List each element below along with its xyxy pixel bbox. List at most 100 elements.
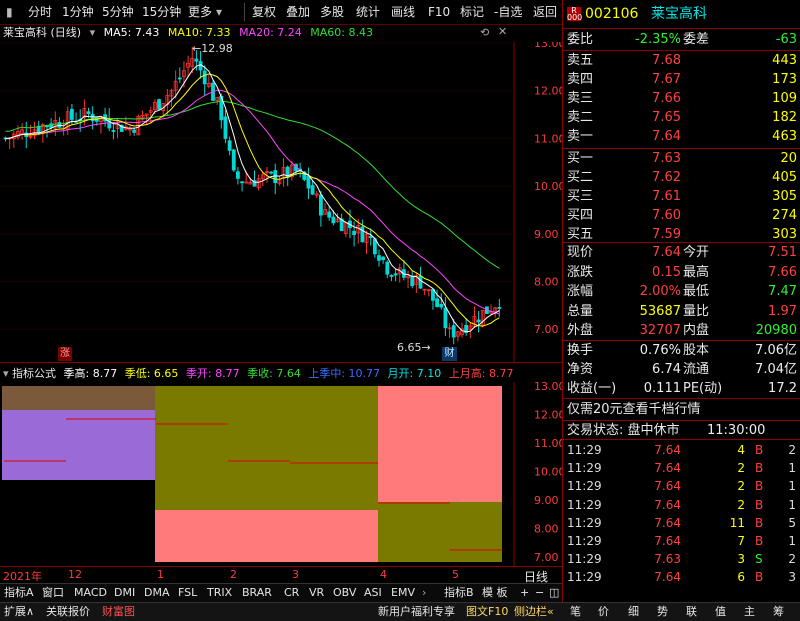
candle-body [381,256,386,260]
tab-cr[interactable]: CR [284,585,299,601]
tab-asi[interactable]: ASI [364,585,382,601]
stock-type-icon: R 000 [567,6,583,22]
tab-zhu[interactable]: 主 [744,604,755,620]
sell-level-row[interactable]: 卖三 7.66 109 [563,89,800,108]
sidebar-toggle[interactable]: 侧边栏« [514,604,554,620]
tab-xi[interactable]: 细 [628,604,639,620]
tab-dmi[interactable]: DMI [114,585,135,601]
promo-row[interactable]: 仅需20元查看千档行情 [563,400,800,419]
buy-level-row[interactable]: 买四 7.60 274 [563,206,800,225]
time-axis-label: 2 [230,568,237,581]
status-bar: 扩展∧ 关联报价 财富图 新用户福利专享 图文F10 侧边栏« 笔 价 细 势 … [0,602,800,621]
tab-chou[interactable]: 筹 [773,604,784,620]
sell-price: 7.66 [652,91,681,106]
chevron-down-icon[interactable]: ▾ [216,4,222,20]
kline-chart[interactable]: 13.00 12.00 11.00 10.00 9.00 8.00 7.00 [0,42,562,362]
quote-panel: R 000 002106 莱宝高科 委比 -2.35% 委差 -63 卖五 7.6… [562,0,800,602]
limit-up-badge[interactable]: 涨 [58,347,72,361]
sell-level-label: 卖一 [567,129,594,144]
candle-body [385,261,390,275]
close-icon[interactable]: ✕ [498,25,507,38]
sell-level-row[interactable]: 卖五 7.68 443 [563,51,800,70]
buy-level-row[interactable]: 买一 7.63 20 [563,149,800,168]
chevron-down-icon[interactable]: ▾ [3,367,9,380]
toolbar-tongji[interactable]: 统计 [356,4,380,20]
ma5-label: MA5: 7.43 [103,26,160,39]
candle-body [273,170,278,184]
toolbar-fenshi[interactable]: 分时 [28,4,52,20]
tab-macd[interactable]: MACD [74,585,107,601]
toolbar-fuquan[interactable]: 复权 [252,4,276,20]
tab-bi[interactable]: 笔 [570,604,581,620]
toolbar-duogu[interactable]: 多股 [320,4,344,20]
tab-indicator-a[interactable]: 指标A [4,585,34,601]
toolbar-huaxian[interactable]: 画线 [391,4,415,20]
tab-lian[interactable]: 联 [686,604,697,620]
new-user-promo[interactable]: 新用户福利专享 [378,604,455,620]
sell-level-row[interactable]: 卖四 7.67 173 [563,70,800,89]
stock-name: 莱宝高科 [651,6,707,22]
tab-shi[interactable]: 势 [657,604,668,620]
tab-window[interactable]: 窗口 [42,585,64,601]
toolbar-1min[interactable]: 1分钟 [62,4,94,20]
tick-side: B [755,443,764,457]
tab-trix[interactable]: TRIX [207,585,232,601]
indicator-chart[interactable]: 13.00 12.00 11.00 10.00 9.00 8.00 7.00 [0,382,562,566]
toolbar-15min[interactable]: 15分钟 [142,4,181,20]
tab-vr[interactable]: VR [309,585,324,601]
stat-value: 20980 [755,323,797,338]
quarter-block [155,386,378,510]
expand-button[interactable]: 扩展∧ [4,604,34,620]
indicator-jigao: 季高: 8.77 [63,367,118,380]
tab-jia[interactable]: 价 [598,604,609,620]
indicator-title[interactable]: 指标公式 [12,367,56,380]
sell-level-label: 卖三 [567,91,594,106]
minus-icon[interactable]: − [535,585,544,601]
promo-text[interactable]: 仅需20元查看千档行情 [567,400,701,419]
price-tick: 8.00 [534,276,559,289]
toolbar-5min[interactable]: 5分钟 [102,4,134,20]
sell-level-row[interactable]: 卖一 7.64 463 [563,127,800,146]
chevron-right-icon[interactable]: › [422,585,426,601]
tick-volume: 11 [729,515,745,530]
time-axis-label: 3 [292,568,299,581]
finance-report-badge[interactable]: 财 [442,347,457,361]
refresh-icon[interactable]: ⟲ [480,26,489,39]
wealth-chart-button[interactable]: 财富图 [102,604,135,620]
tab-brar[interactable]: BRAR [242,585,272,601]
toolbar-f10[interactable]: F10 [428,4,450,20]
add-icon[interactable]: + [520,585,529,601]
stat-value: 7.51 [768,245,797,260]
toolbar-zixuan[interactable]: -自选 [494,4,522,20]
tab-fsl[interactable]: FSL [178,585,197,601]
toolbar-back[interactable]: 返回 [533,4,557,20]
tab-template[interactable]: 模 板 [482,585,508,601]
candle-body [269,171,274,174]
chevron-down-icon[interactable]: ▾ [90,26,96,39]
toolbar-biaoji[interactable]: 标记 [460,4,484,20]
toolbar-diejia[interactable]: 叠加 [286,4,310,20]
f10-graphic-button[interactable]: 图文F10 [466,604,508,620]
tick-side: S [755,552,763,567]
tab-zhi[interactable]: 值 [715,604,726,620]
layout-icon[interactable]: ◫ [549,585,559,601]
stat-label: 现价 [567,245,594,260]
sell-level-row[interactable]: 卖二 7.65 182 [563,108,800,127]
tab-indicator-b[interactable]: 指标B [444,585,474,601]
chart-menu-icon[interactable]: ▮ [6,4,13,20]
tick-volume: 6 [737,570,745,585]
stat-label: 内盘 [683,323,710,338]
tick-row: 11:29 7.64 6 B 3 [563,568,800,587]
buy-level-row[interactable]: 买三 7.61 305 [563,187,800,206]
tab-obv[interactable]: OBV [333,585,356,601]
quarter-block [378,502,502,562]
price-tick: 11.00 [534,132,562,145]
stat-label: 涨幅 [567,284,594,299]
ma60-label: MA60: 8.43 [310,26,373,39]
tab-emv[interactable]: EMV [391,585,415,601]
tab-dma[interactable]: DMA [144,585,170,601]
related-quotes-button[interactable]: 关联报价 [46,604,90,620]
buy-level-row[interactable]: 买二 7.62 405 [563,168,800,187]
toolbar-more[interactable]: 更多 [188,4,212,20]
candle-body [389,275,394,277]
